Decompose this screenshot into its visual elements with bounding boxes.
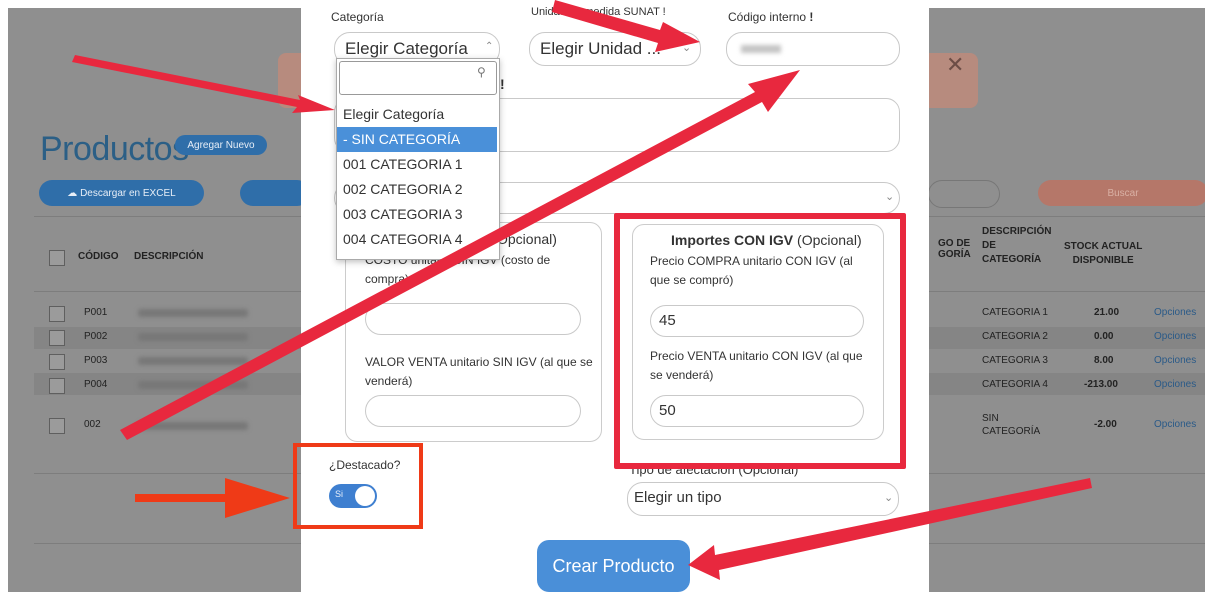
- annotation-arrow: [688, 478, 1092, 580]
- annotation-arrow: [135, 478, 290, 518]
- annotation-arrow: [72, 55, 335, 113]
- annotation-arrow: [552, 0, 700, 52]
- annotation-arrow: [120, 70, 800, 440]
- annotation-arrows: [72, 0, 1092, 580]
